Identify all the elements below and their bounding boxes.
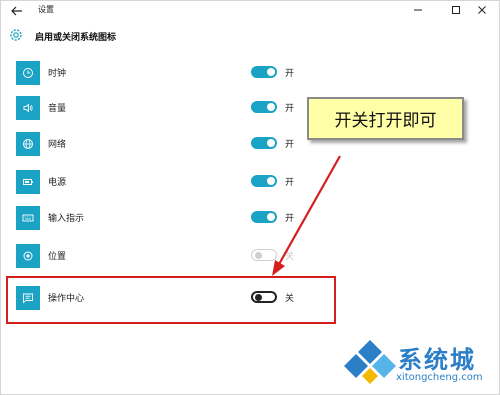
- toggle-state: 关: [285, 252, 295, 262]
- volume-icon: [16, 96, 40, 120]
- globe-icon: [16, 132, 40, 156]
- site-logo-icon: [344, 340, 396, 384]
- toggle-switch[interactable]: [251, 211, 277, 223]
- setting-row-power: 电源 开: [0, 167, 340, 197]
- setting-row-input-indicator: 输入指示 开: [0, 203, 340, 233]
- toggle-switch[interactable]: [251, 101, 277, 113]
- setting-row-location: 位置 关: [0, 241, 340, 271]
- title-bar: 设置: [0, 0, 500, 22]
- gear-icon: [8, 27, 24, 43]
- battery-icon: [16, 170, 40, 194]
- page-header: 启用或关闭系统图标: [0, 22, 500, 48]
- setting-label: 音量: [48, 104, 67, 114]
- toggle-state: 开: [285, 69, 295, 79]
- toggle-switch[interactable]: [251, 66, 277, 78]
- setting-label: 输入指示: [48, 214, 85, 224]
- toggle-switch[interactable]: [251, 175, 277, 187]
- clock-icon: [16, 61, 40, 85]
- setting-label: 电源: [48, 178, 67, 188]
- watermark-url: xitongcheng.com: [396, 372, 483, 383]
- close-button[interactable]: [470, 1, 494, 19]
- toggle-state: 开: [285, 140, 295, 150]
- setting-row-clock: 时钟 开: [0, 58, 340, 88]
- back-arrow-icon[interactable]: [10, 3, 24, 17]
- window-title: 设置: [38, 5, 54, 14]
- toggle-state: 开: [285, 214, 295, 224]
- toggle-state: 开: [285, 178, 295, 188]
- setting-label: 位置: [48, 252, 67, 262]
- toggle-switch: [251, 249, 277, 261]
- setting-label: 网络: [48, 140, 67, 150]
- page-title: 启用或关闭系统图标: [35, 33, 117, 43]
- toggle-state: 开: [285, 104, 295, 114]
- callout-note: 开关打开即可: [307, 97, 464, 140]
- watermark-name: 系统城: [398, 346, 476, 374]
- maximize-button[interactable]: [444, 1, 468, 19]
- setting-label: 时钟: [48, 69, 67, 79]
- toggle-switch[interactable]: [251, 137, 277, 149]
- setting-row-network: 网络 开: [0, 129, 340, 159]
- minimize-button[interactable]: [406, 1, 430, 19]
- highlight-box: [6, 276, 336, 324]
- location-icon: [16, 244, 40, 268]
- setting-row-volume: 音量 开: [0, 93, 340, 123]
- keyboard-icon: [16, 206, 40, 230]
- site-watermark: 系统城 xitongcheng.com: [340, 336, 500, 395]
